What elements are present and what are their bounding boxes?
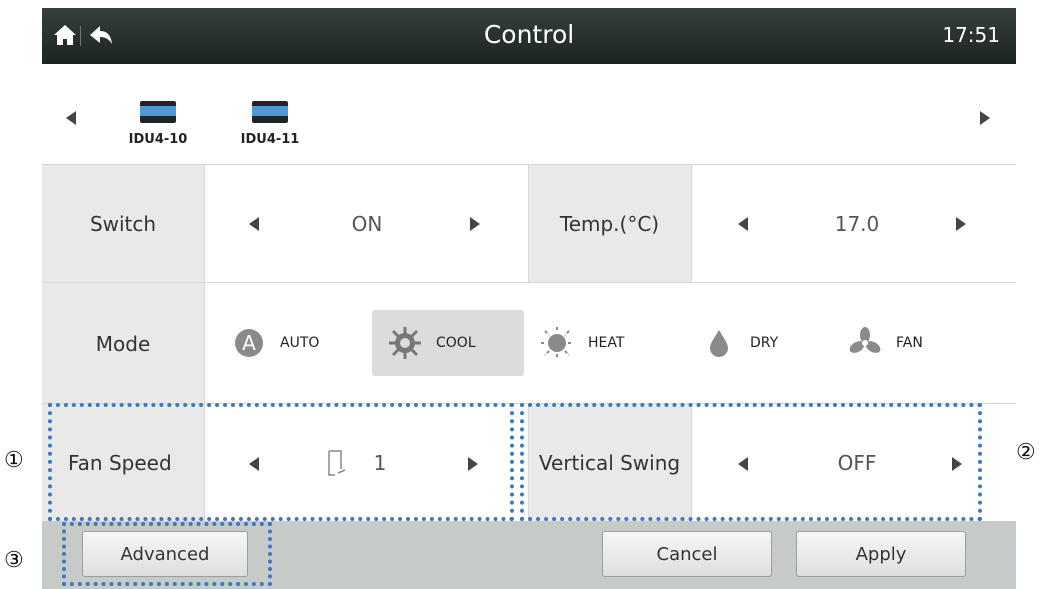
page-title: Control [483, 20, 575, 49]
divider [204, 165, 205, 283]
callout-3: ③ [4, 548, 24, 573]
mode-option-dry[interactable]: DRY [702, 310, 822, 376]
cancel-button[interactable]: Cancel [602, 531, 772, 577]
fan-icon [848, 326, 882, 360]
mode-option-label: COOL [436, 335, 476, 351]
temp-value: 17.0 [834, 212, 880, 236]
mode-label: Mode [42, 283, 204, 404]
title-bar: Control 17:51 [42, 8, 1016, 64]
mode-option-auto[interactable]: A AUTO [232, 310, 352, 376]
device-item[interactable]: IDU4-11 [230, 101, 310, 147]
sun-icon [540, 326, 574, 360]
device-name: IDU4-10 [128, 132, 188, 147]
divider [691, 165, 692, 283]
mode-option-fan[interactable]: FAN [848, 310, 968, 376]
temp-label: Temp.(°C) [528, 165, 691, 283]
highlight-box-3 [62, 522, 272, 586]
switch-label: Switch [42, 165, 204, 283]
auto-icon: A [232, 326, 266, 360]
switch-temp-row: Switch ON Temp.(°C) 17.0 [42, 164, 1016, 283]
switch-next-button[interactable] [470, 217, 480, 231]
mode-option-label: FAN [896, 335, 923, 351]
mode-option-label: DRY [750, 335, 779, 351]
mode-option-label: HEAT [588, 335, 625, 351]
apply-button[interactable]: Apply [796, 531, 966, 577]
mode-row: Mode A AUTO COOL HEAT DRY FAN [42, 282, 1016, 404]
highlight-box-2 [520, 403, 982, 521]
indoor-unit-icon [252, 101, 288, 123]
callout-1: ① [4, 448, 24, 473]
snowflake-icon [388, 326, 422, 360]
mode-option-label: AUTO [280, 335, 320, 351]
switch-prev-button[interactable] [249, 217, 259, 231]
mode-option-cool[interactable]: COOL [372, 310, 524, 376]
clock: 17:51 [942, 23, 1000, 47]
device-prev-button[interactable] [66, 111, 76, 125]
device-name: IDU4-11 [240, 132, 300, 147]
device-item[interactable]: IDU4-10 [118, 101, 198, 147]
temp-prev-button[interactable] [738, 217, 748, 231]
device-next-button[interactable] [980, 111, 990, 125]
highlight-box-1 [48, 403, 514, 521]
temp-next-button[interactable] [956, 217, 966, 231]
switch-value: ON [351, 212, 383, 236]
mode-option-heat[interactable]: HEAT [540, 310, 680, 376]
indoor-unit-icon [140, 101, 176, 123]
divider [528, 165, 529, 283]
callout-2: ② [1016, 440, 1036, 465]
divider [204, 283, 205, 404]
droplet-icon [702, 326, 736, 360]
svg-text:A: A [242, 331, 256, 355]
